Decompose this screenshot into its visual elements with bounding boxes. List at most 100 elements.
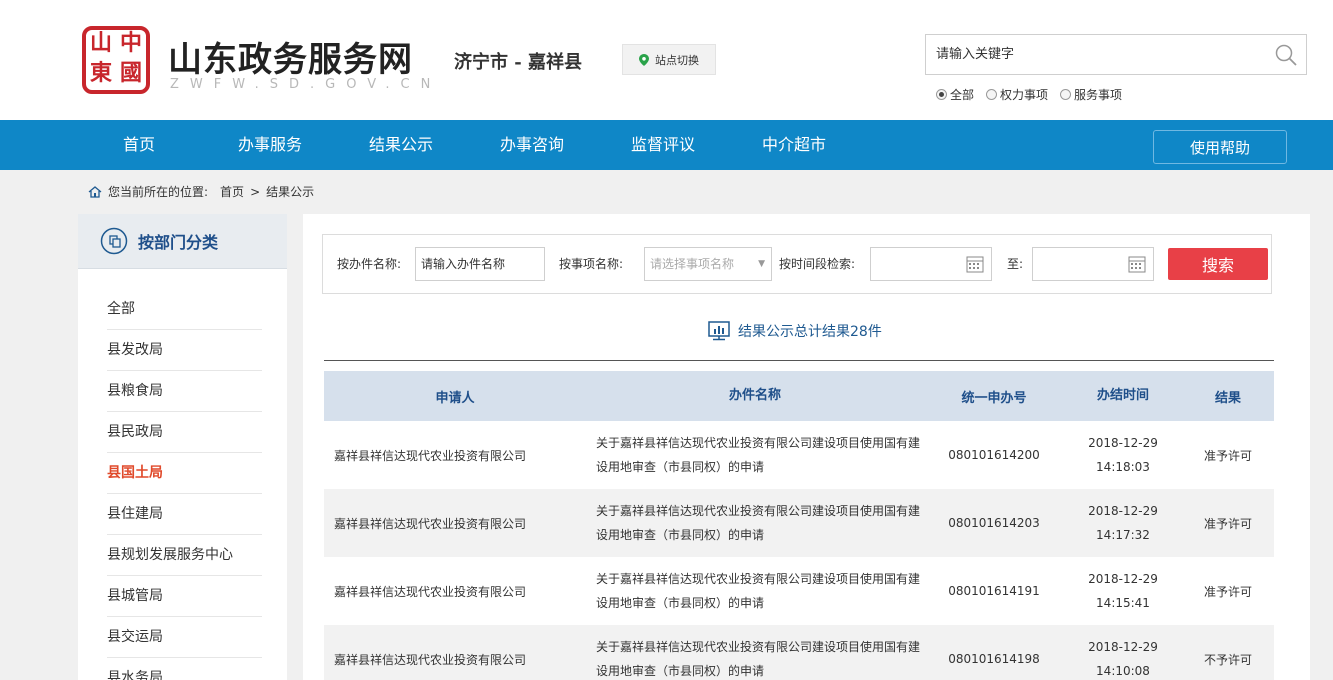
table-row[interactable]: 嘉祥县祥信达现代农业投资有限公司 关于嘉祥县祥信达现代农业投资有限公司建设项目使… xyxy=(324,557,1274,625)
cell-completion-time: 2018-12-29 14:15:41 xyxy=(1088,572,1158,610)
breadcrumb-prefix: 您当前所在的位置: xyxy=(108,185,209,199)
sidebar-title: 按部门分类 xyxy=(138,233,219,252)
site-header: 中 國 山 東 山东政务服务网 ZWFW.SD.GOV.CN 济宁市 - 嘉祥县… xyxy=(0,0,1333,120)
result-summary: 结果公示总计结果28件 xyxy=(708,321,882,341)
filter-search-button[interactable]: 搜索 xyxy=(1168,248,1268,280)
site-logo-seal[interactable]: 中 國 山 東 xyxy=(82,26,150,94)
sidebar-item-planning-center[interactable]: 县规划发展服务中心 xyxy=(107,535,262,576)
cell-result: 不予许可 xyxy=(1203,652,1252,667)
column-header-applicant: 申请人 xyxy=(435,390,475,406)
seal-glyph: 東 xyxy=(90,60,113,86)
cell-result: 准予许可 xyxy=(1203,584,1252,599)
filter-to-label: 至: xyxy=(1007,257,1024,271)
table-row[interactable]: 嘉祥县祥信达现代农业投资有限公司 关于嘉祥县祥信达现代农业投资有限公司建设项目使… xyxy=(324,489,1274,557)
department-list: 全部 县发改局 县粮食局 县民政局 县国土局 县住建局 县规划发展服务中心 县城… xyxy=(78,269,287,680)
category-icon xyxy=(100,227,128,255)
nav-services[interactable]: 办事服务 xyxy=(230,120,310,170)
site-switch-button[interactable]: 站点切换 xyxy=(622,44,716,75)
cell-result: 准予许可 xyxy=(1203,516,1252,531)
cell-result: 准予许可 xyxy=(1203,448,1252,463)
radio-service-items[interactable]: 服务事项 xyxy=(1060,86,1122,103)
cell-case-name[interactable]: 关于嘉祥县祥信达现代农业投资有限公司建设项目使用国有建设用地审查（市县同权）的申… xyxy=(586,431,924,479)
cell-case-number: 080101614191 xyxy=(948,584,1040,598)
sidebar-item-urban-management[interactable]: 县城管局 xyxy=(107,576,262,617)
site-switch-label: 站点切换 xyxy=(655,53,699,67)
sidebar-item-water[interactable]: 县水务局 xyxy=(107,658,262,680)
dropdown-arrow-icon: ▼ xyxy=(758,259,765,269)
sidebar-item-grain[interactable]: 县粮食局 xyxy=(107,371,262,412)
calendar-icon[interactable] xyxy=(966,255,984,273)
breadcrumb: 您当前所在的位置: 首页 > 结果公示 xyxy=(88,183,314,200)
column-header-case-name: 办件名称 xyxy=(728,388,781,403)
column-header-result: 结果 xyxy=(1214,390,1241,406)
table-header: 申请人 办件名称 统一申办号 办结时间 结果 xyxy=(324,371,1274,421)
sidebar-item-land-resources[interactable]: 县国土局 xyxy=(107,453,262,494)
seal-glyph: 國 xyxy=(120,60,143,86)
filter-item-label: 按事项名称: xyxy=(559,257,624,271)
department-sidebar: 按部门分类 全部 县发改局 县粮食局 县民政局 县国土局 县住建局 县规划发展服… xyxy=(78,214,287,680)
result-summary-text: 结果公示总计结果28件 xyxy=(738,324,882,340)
main-content: 按办件名称: 按事项名称: 请选择事项名称 ▼ 按时间段检索: 至: 搜索 结果… xyxy=(303,214,1310,680)
sidebar-item-development-reform[interactable]: 县发改局 xyxy=(107,330,262,371)
current-city: 济宁市 - 嘉祥县 xyxy=(454,52,583,73)
summary-divider xyxy=(324,360,1274,361)
cell-applicant: 嘉祥县祥信达现代农业投资有限公司 xyxy=(334,516,527,531)
filter-name-label: 按办件名称: xyxy=(337,257,402,271)
nav-consult[interactable]: 办事咨询 xyxy=(492,120,572,170)
calendar-icon[interactable] xyxy=(1128,255,1146,273)
sidebar-header: 按部门分类 xyxy=(78,214,287,269)
cell-applicant: 嘉祥县祥信达现代农业投资有限公司 xyxy=(334,652,527,667)
cell-applicant: 嘉祥县祥信达现代农业投资有限公司 xyxy=(334,448,527,463)
breadcrumb-home-link[interactable]: 首页 xyxy=(220,183,244,200)
filter-bar: 按办件名称: 按事项名称: 请选择事项名称 ▼ 按时间段检索: 至: 搜索 xyxy=(322,234,1272,294)
nav-agency-market[interactable]: 中介超市 xyxy=(754,120,834,170)
results-table: 申请人 办件名称 统一申办号 办结时间 结果 嘉祥县祥信达现代农业投资有限公司 … xyxy=(324,371,1274,680)
cell-case-name[interactable]: 关于嘉祥县祥信达现代农业投资有限公司建设项目使用国有建设用地审查（市县同权）的申… xyxy=(586,635,924,680)
sidebar-item-housing[interactable]: 县住建局 xyxy=(107,494,262,535)
seal-glyph: 山 xyxy=(90,30,113,56)
filter-name-input[interactable] xyxy=(415,247,545,281)
table-row[interactable]: 嘉祥县祥信达现代农业投资有限公司 关于嘉祥县祥信达现代农业投资有限公司建设项目使… xyxy=(324,421,1274,489)
cell-case-name[interactable]: 关于嘉祥县祥信达现代农业投资有限公司建设项目使用国有建设用地审查（市县同权）的申… xyxy=(586,567,924,615)
help-button[interactable]: 使用帮助 xyxy=(1153,130,1287,164)
home-icon xyxy=(88,185,102,198)
cell-case-name[interactable]: 关于嘉祥县祥信达现代农业投资有限公司建设项目使用国有建设用地审查（市县同权）的申… xyxy=(586,499,924,547)
column-header-completion-time: 办结时间 xyxy=(1096,388,1149,403)
site-name[interactable]: 山东政务服务网 xyxy=(168,32,413,81)
table-row[interactable]: 嘉祥县祥信达现代农业投资有限公司 关于嘉祥县祥信达现代农业投资有限公司建设项目使… xyxy=(324,625,1274,680)
seal-glyph: 中 xyxy=(120,30,143,56)
filter-time-label: 按时间段检索: xyxy=(779,257,856,271)
sidebar-item-civil-affairs[interactable]: 县民政局 xyxy=(107,412,262,453)
nav-home[interactable]: 首页 xyxy=(108,120,170,170)
filter-start-date[interactable] xyxy=(870,247,992,281)
radio-all[interactable]: 全部 xyxy=(936,86,974,103)
monitor-chart-icon xyxy=(708,321,730,341)
radio-dot-icon xyxy=(936,89,947,100)
filter-item-select[interactable]: 请选择事项名称 ▼ xyxy=(644,247,772,281)
cell-completion-time: 2018-12-29 14:18:03 xyxy=(1088,436,1158,474)
sidebar-item-transport[interactable]: 县交运局 xyxy=(107,617,262,658)
main-nav: 首页 办事服务 结果公示 办事咨询 监督评议 中介超市 使用帮助 xyxy=(0,120,1333,170)
location-pin-icon xyxy=(639,53,649,66)
search-scope-radios: 全部 权力事项 服务事项 xyxy=(936,86,1122,103)
radio-power-items[interactable]: 权力事项 xyxy=(986,86,1048,103)
radio-dot-icon xyxy=(986,89,998,100)
cell-completion-time: 2018-12-29 14:17:32 xyxy=(1088,504,1158,542)
breadcrumb-separator: > xyxy=(250,184,261,199)
nav-results[interactable]: 结果公示 xyxy=(361,120,441,170)
site-domain: ZWFW.SD.GOV.CN xyxy=(170,77,442,92)
sidebar-item-all[interactable]: 全部 xyxy=(107,289,262,330)
search-icon[interactable] xyxy=(1274,43,1298,67)
radio-dot-icon xyxy=(1060,89,1072,100)
breadcrumb-current: 结果公示 xyxy=(266,185,315,199)
cell-case-number: 080101614198 xyxy=(948,652,1040,666)
cell-applicant: 嘉祥县祥信达现代农业投资有限公司 xyxy=(334,584,527,599)
cell-case-number: 080101614203 xyxy=(948,516,1040,530)
nav-supervision[interactable]: 监督评议 xyxy=(623,120,703,170)
cell-completion-time: 2018-12-29 14:10:08 xyxy=(1088,640,1158,678)
cell-case-number: 080101614200 xyxy=(948,448,1040,462)
global-search-box xyxy=(925,34,1307,75)
column-header-case-number: 统一申办号 xyxy=(961,390,1027,406)
global-search-input[interactable] xyxy=(926,35,1256,74)
filter-end-date[interactable] xyxy=(1032,247,1154,281)
